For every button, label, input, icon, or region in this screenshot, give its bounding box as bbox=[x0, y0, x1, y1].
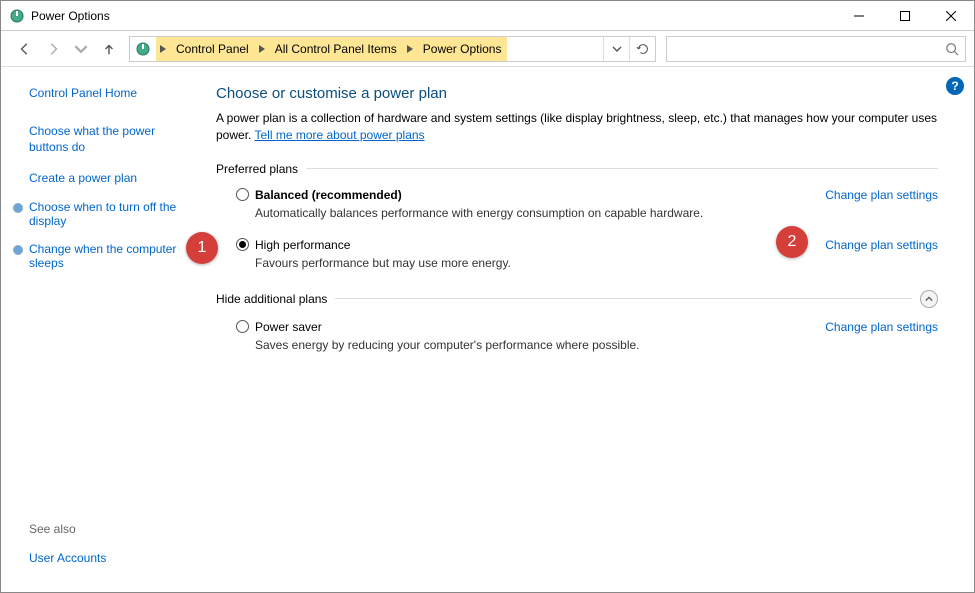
sidebar-link-create-plan[interactable]: Create a power plan bbox=[29, 171, 137, 185]
search-input[interactable] bbox=[666, 36, 966, 62]
plan-balanced: Balanced (recommended) Change plan setti… bbox=[236, 188, 938, 220]
breadcrumb: Control Panel All Control Panel Items Po… bbox=[156, 37, 507, 61]
shield-icon bbox=[13, 203, 23, 213]
radio-icon bbox=[236, 320, 249, 333]
control-panel-home-link[interactable]: Control Panel Home bbox=[29, 86, 137, 100]
recent-dropdown[interactable] bbox=[69, 37, 93, 61]
close-button[interactable] bbox=[928, 1, 974, 31]
shield-icon bbox=[13, 245, 23, 255]
radio-icon bbox=[236, 188, 249, 201]
back-button[interactable] bbox=[13, 37, 37, 61]
sidebar: Control Panel Home Choose what the power… bbox=[1, 67, 206, 592]
power-options-icon bbox=[9, 8, 25, 24]
refresh-button[interactable] bbox=[629, 37, 655, 61]
crumb-control-panel[interactable]: Control Panel bbox=[170, 37, 255, 61]
address-icon bbox=[130, 37, 156, 61]
chevron-right-icon[interactable] bbox=[403, 37, 417, 61]
learn-more-link[interactable]: Tell me more about power plans bbox=[254, 128, 424, 142]
plan-high-desc: Favours performance but may use more ene… bbox=[255, 256, 938, 270]
annotation-1: 1 bbox=[186, 232, 218, 264]
crumb-power-options[interactable]: Power Options bbox=[417, 37, 508, 61]
window-title: Power Options bbox=[31, 9, 110, 23]
user-accounts-link[interactable]: User Accounts bbox=[29, 551, 106, 565]
radio-icon bbox=[236, 238, 249, 251]
change-settings-high[interactable]: Change plan settings bbox=[825, 238, 938, 252]
up-button[interactable] bbox=[97, 37, 121, 61]
minimize-button[interactable] bbox=[836, 1, 882, 31]
title-bar: Power Options bbox=[1, 1, 974, 31]
address-dropdown[interactable] bbox=[603, 37, 629, 61]
forward-button[interactable] bbox=[41, 37, 65, 61]
hide-additional-header[interactable]: Hide additional plans bbox=[216, 290, 938, 308]
annotation-2: 2 bbox=[776, 226, 808, 258]
sidebar-link-display-off[interactable]: Choose when to turn off the display bbox=[29, 200, 190, 228]
preferred-plans-header: Preferred plans bbox=[216, 162, 938, 176]
chevron-right-icon[interactable] bbox=[156, 37, 170, 61]
chevron-right-icon[interactable] bbox=[255, 37, 269, 61]
navigation-toolbar: Control Panel All Control Panel Items Po… bbox=[1, 31, 974, 67]
sidebar-link-sleep[interactable]: Change when the computer sleeps bbox=[29, 242, 190, 270]
plan-high-performance: 1 2 High performance Change plan setting… bbox=[236, 238, 938, 270]
address-bar[interactable]: Control Panel All Control Panel Items Po… bbox=[129, 36, 656, 62]
main-panel: Choose or customise a power plan A power… bbox=[206, 67, 974, 592]
crumb-all-items[interactable]: All Control Panel Items bbox=[269, 37, 403, 61]
see-also-label: See also bbox=[29, 522, 190, 536]
plan-saver-radio[interactable]: Power saver bbox=[236, 320, 322, 334]
change-settings-saver[interactable]: Change plan settings bbox=[825, 320, 938, 334]
plan-balanced-desc: Automatically balances performance with … bbox=[255, 206, 938, 220]
plan-saver-desc: Saves energy by reducing your computer's… bbox=[255, 338, 938, 352]
page-title: Choose or customise a power plan bbox=[216, 85, 938, 102]
change-settings-balanced[interactable]: Change plan settings bbox=[825, 188, 938, 202]
search-icon bbox=[945, 42, 959, 56]
page-description: A power plan is a collection of hardware… bbox=[216, 110, 938, 144]
maximize-button[interactable] bbox=[882, 1, 928, 31]
plan-balanced-radio[interactable]: Balanced (recommended) bbox=[236, 188, 402, 202]
plan-high-radio[interactable]: High performance bbox=[236, 238, 350, 252]
chevron-up-icon[interactable] bbox=[920, 290, 938, 308]
plan-power-saver: Power saver Change plan settings Saves e… bbox=[236, 320, 938, 352]
sidebar-link-buttons[interactable]: Choose what the power buttons do bbox=[29, 124, 155, 154]
